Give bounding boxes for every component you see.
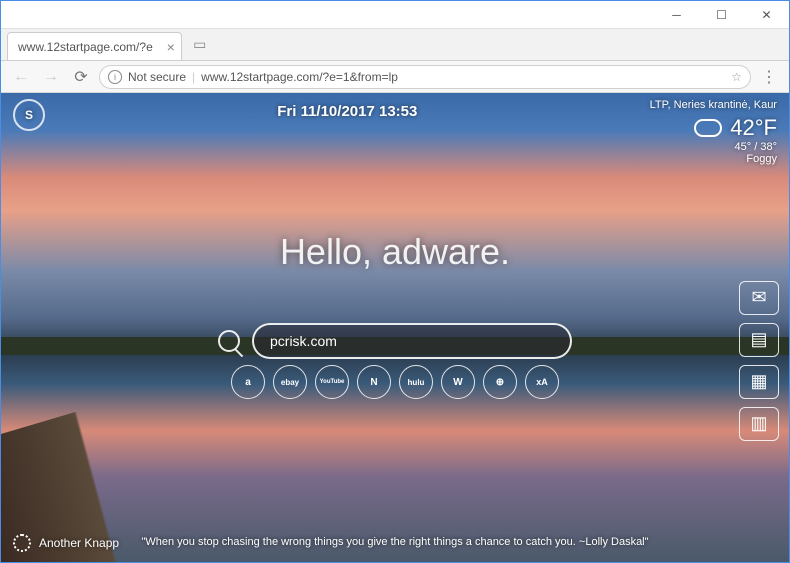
back-button[interactable]: ←	[9, 65, 33, 89]
menu-button[interactable]: ⋮	[757, 65, 781, 89]
window-minimize-button[interactable]: ─	[654, 1, 699, 29]
window-maximize-button[interactable]: ☐	[699, 1, 744, 29]
tab-title: www.12startpage.com/?e	[18, 40, 153, 54]
shortcut-hulu[interactable]: hulu	[399, 365, 433, 399]
search-input[interactable]	[252, 323, 572, 359]
url-input[interactable]: i Not secure | www.12startpage.com/?e=1&…	[99, 65, 751, 89]
site-info-icon[interactable]: i	[108, 70, 122, 84]
shortcut-amazon[interactable]: a	[231, 365, 265, 399]
shortcut-wikipedia[interactable]: W	[441, 365, 475, 399]
url-text: www.12startpage.com/?e=1&from=lp	[201, 70, 398, 84]
side-toolbar: ✉ ▤ ▦ ▥	[739, 281, 779, 441]
new-tab-button[interactable]: ▭	[188, 36, 212, 56]
window-titlebar: ─ ☐ ✕	[1, 1, 789, 29]
cloud-icon	[694, 119, 722, 137]
tab-close-icon[interactable]: ×	[167, 39, 175, 55]
location-label: LTP, Neries krantinė, Kaur	[650, 99, 777, 111]
forward-button[interactable]: →	[39, 65, 63, 89]
gear-icon[interactable]	[13, 534, 31, 552]
quote-text: "When you stop chasing the wrong things …	[141, 536, 648, 548]
shortcut-translate[interactable]: xA	[525, 365, 559, 399]
document-icon[interactable]: ▤	[739, 323, 779, 357]
browser-tab[interactable]: www.12startpage.com/?e ×	[7, 32, 182, 60]
tab-bar: www.12startpage.com/?e × ▭	[1, 29, 789, 61]
shortcut-youtube[interactable]: YouTube	[315, 365, 349, 399]
username-label: Another Knapp	[39, 536, 119, 550]
user-area[interactable]: Another Knapp	[13, 534, 119, 552]
browser-window: ─ ☐ ✕ www.12startpage.com/?e × ▭ ← → ⟳ i…	[0, 0, 790, 563]
datetime-display: Fri 11/10/2017 13:53	[277, 103, 417, 165]
search-row	[218, 323, 572, 359]
conditions-label: Foggy	[650, 153, 777, 165]
bookmark-icon[interactable]: ☆	[731, 70, 742, 84]
site-logo[interactable]: S	[13, 99, 45, 131]
address-bar: ← → ⟳ i Not secure | www.12startpage.com…	[1, 61, 789, 93]
shortcut-ebay[interactable]: ebay	[273, 365, 307, 399]
weather-widget[interactable]: LTP, Neries krantinė, Kaur 42°F 45° / 38…	[650, 99, 777, 165]
window-close-button[interactable]: ✕	[744, 1, 789, 29]
greeting-text: Hello, adware.	[280, 231, 510, 273]
search-icon[interactable]	[218, 330, 240, 352]
security-label: Not secure	[128, 70, 186, 84]
temperature-main: 42°F	[730, 115, 777, 141]
news-icon[interactable]: ▦	[739, 365, 779, 399]
temperature-range: 45° / 38°	[650, 141, 777, 153]
shortcut-maps[interactable]: ⊕	[483, 365, 517, 399]
pier-decoration	[1, 362, 241, 562]
shortcut-netflix[interactable]: N	[357, 365, 391, 399]
shortcut-row: a ebay YouTube N hulu W ⊕ xA	[231, 365, 559, 399]
reload-button[interactable]: ⟳	[69, 65, 93, 89]
calendar-icon[interactable]: ▥	[739, 407, 779, 441]
mail-icon[interactable]: ✉	[739, 281, 779, 315]
page-content: S Fri 11/10/2017 13:53 LTP, Neries krant…	[1, 93, 789, 562]
